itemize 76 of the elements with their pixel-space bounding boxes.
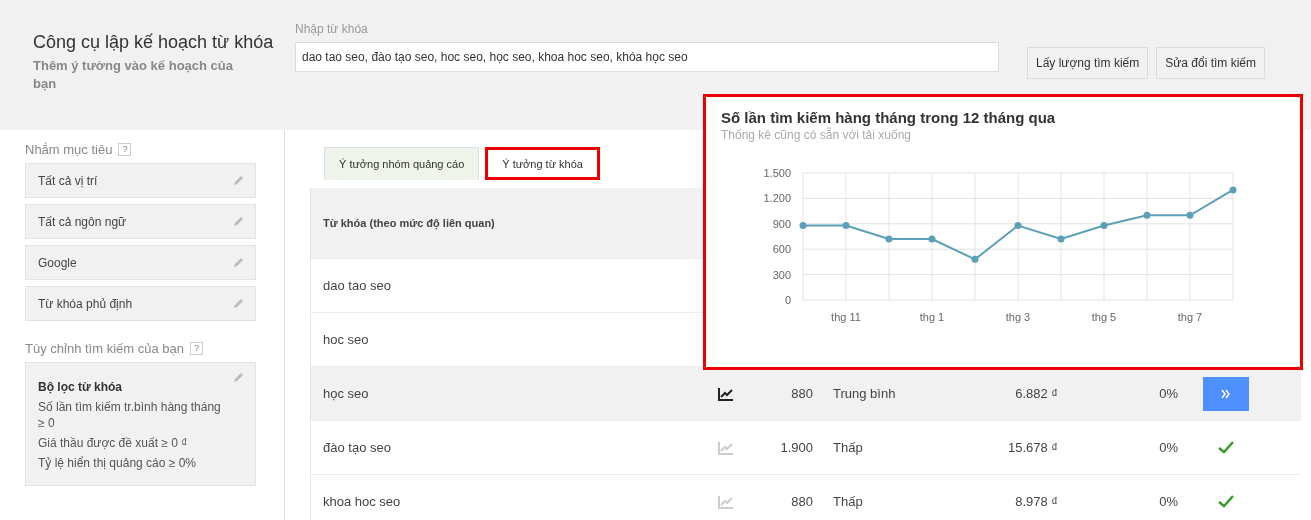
data-point xyxy=(842,222,850,229)
pencil-icon[interactable] xyxy=(232,297,245,310)
table-cell-text: 0% xyxy=(1158,494,1179,509)
filter-text: Số lần tìm kiếm tr.bình hàng tháng ≥ 0 xyxy=(38,399,222,431)
table-cell-text: khoa hoc seo xyxy=(322,494,402,509)
targeting-label: Từ khóa phủ định xyxy=(38,296,133,311)
data-point xyxy=(885,235,893,243)
targeting-label: Tất cả ngôn ngữ xyxy=(38,214,127,229)
data-point xyxy=(1014,222,1022,229)
page-subtitle: Thêm ý tưởng vào kế hoạch của bạn xyxy=(33,57,234,93)
filter-title: Bộ lọc từ khóa xyxy=(38,379,124,395)
axis-label: 900 xyxy=(772,217,791,230)
targeting-item[interactable]: Từ khóa phủ định xyxy=(25,286,256,321)
data-point xyxy=(971,255,979,263)
axis-label: thg 5 xyxy=(1091,311,1117,323)
section-title: Tùy chỉnh tìm kiếm của bạn xyxy=(25,341,184,356)
table-cell-text: hoc seo xyxy=(322,332,370,347)
double-chevron-icon xyxy=(1221,388,1231,399)
add-button[interactable] xyxy=(1203,376,1249,411)
targeting-item[interactable]: Tất cả ngôn ngữ xyxy=(25,204,256,239)
search-button[interactable]: Sửa đổi tìm kiếm xyxy=(1156,47,1265,79)
axis-label: thg 3 xyxy=(1005,311,1031,323)
page-title: Công cụ lập kế hoạch từ khóa xyxy=(33,32,275,53)
targeting-label: Tất cả vị trí xyxy=(38,173,98,188)
filter-text: Giá thầu được đề xuất ≥ 0 ₫ xyxy=(38,435,189,451)
search-button[interactable]: Lấy lượng tìm kiếm xyxy=(1027,47,1149,79)
table-cell-text: 15.678 ₫ xyxy=(1006,440,1059,455)
table-cell-text: 6.882 ₫ xyxy=(1014,386,1059,401)
data-point xyxy=(1143,211,1151,219)
table-cell-text: 0% xyxy=(1158,440,1179,455)
filter-panel[interactable]: Bộ lọc từ khóa Số lần tìm kiếm tr.bình hàng tháng ≥ 0 Giá thầu được đề xuất ≥ 0 ₫ Tỷ lệ hiển thị quảng cáo ≥ 0% xyxy=(25,362,256,486)
axis-label: thg 7 xyxy=(1177,311,1203,323)
axis-label: thg 11 xyxy=(831,311,861,323)
axis-label: thg 1 xyxy=(919,311,945,323)
table-cell-text: dao tao seo xyxy=(322,278,392,293)
data-point xyxy=(1100,222,1108,229)
tab[interactable]: Ý tưởng nhóm quảng cáo xyxy=(324,147,480,180)
targeting-label: Google xyxy=(38,255,77,270)
data-point xyxy=(1186,211,1194,219)
data-point xyxy=(799,222,807,229)
pencil-icon[interactable] xyxy=(232,174,245,187)
table-cell-text: đào tạo seo xyxy=(322,440,392,455)
popup-title: Số lần tìm kiếm hàng tháng trong 12 tháng qua xyxy=(721,109,1057,126)
pencil-icon[interactable] xyxy=(232,215,245,228)
popup-subtitle: Thống kê cũng có sẵn với tải xuống xyxy=(721,128,912,142)
help-icon[interactable]: ? xyxy=(118,143,132,156)
table-cell-text: Thấp xyxy=(832,440,864,455)
keyword-input-field[interactable]: dao tao seo, đào tạo seo, hoc seo, học seo, khoa hoc seo, khóa học seo xyxy=(295,42,999,72)
targeting-item[interactable]: Tất cả vị trí xyxy=(25,163,256,198)
data-point xyxy=(1057,235,1065,243)
input-label: Nhập từ khóa xyxy=(295,22,369,36)
table-cell-text: 8.978 ₫ xyxy=(1014,494,1059,509)
axis-label: 0 xyxy=(784,294,791,306)
table-cell-text: học seo xyxy=(322,386,370,401)
table-cell-text: 0% xyxy=(1158,386,1179,401)
data-point xyxy=(1229,186,1237,194)
axis-label: 1.500 xyxy=(763,167,791,179)
pencil-icon[interactable] xyxy=(232,256,245,269)
table-row[interactable]: học seo 880 Trung bình 6.882 ₫ 0% xyxy=(311,366,1301,420)
axis-label: 1.200 xyxy=(763,192,791,205)
axis-label: 300 xyxy=(772,268,791,281)
line-chart-icon[interactable] xyxy=(718,386,734,401)
table-cell-text: Trung bình xyxy=(832,386,897,401)
tab[interactable]: Ý tưởng từ khóa xyxy=(485,147,600,180)
filter-text: Tỷ lệ hiển thị quảng cáo ≥ 0% xyxy=(38,455,197,471)
targeting-item[interactable]: Google xyxy=(25,245,256,280)
pencil-icon[interactable] xyxy=(232,371,245,384)
table-cell-text: 880 xyxy=(790,386,814,401)
help-icon[interactable]: ? xyxy=(189,342,203,355)
axis-label: 600 xyxy=(772,243,791,256)
table-cell-text: 1.900 xyxy=(779,440,814,455)
section-title: Nhắm mục tiêu xyxy=(25,142,113,157)
table-cell-text: 880 xyxy=(790,494,814,509)
data-point xyxy=(928,235,936,243)
table-cell-text: Thấp xyxy=(832,494,864,509)
column-header[interactable]: Từ khóa (theo mức độ liên quan) xyxy=(323,217,495,229)
